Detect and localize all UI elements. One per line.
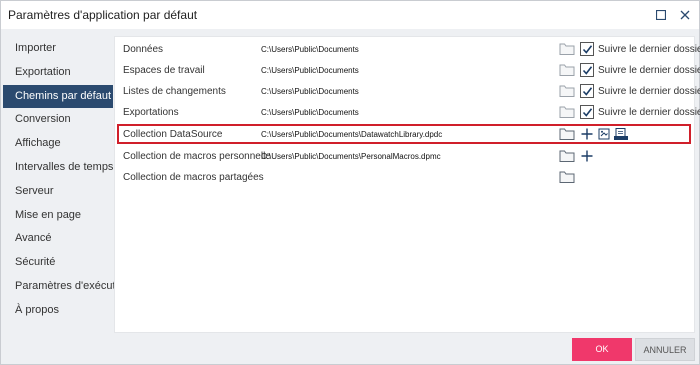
path-row-collection-datasource: Collection DataSource C:\Users\Public\Do… [115, 125, 694, 145]
path-label: Exportations [123, 107, 179, 118]
follow-last-label: Suivre le dernier dossier [598, 86, 700, 97]
path-row-espaces-de-travail: Espaces de travail C:\Users\Public\Docum… [115, 61, 700, 81]
follow-last-checkbox[interactable] [580, 84, 594, 98]
sidebar-item-conversion[interactable]: Conversion [3, 108, 113, 132]
follow-last-checkbox[interactable] [580, 42, 594, 56]
title-bar: Paramètres d'application par défaut [1, 1, 699, 29]
path-row-donnees: Données C:\Users\Public\Documents Suivre… [115, 40, 700, 60]
follow-last-checkbox[interactable] [580, 63, 594, 77]
folder-icon[interactable] [559, 149, 575, 166]
path-value: C:\Users\Public\Documents\PersonalMacros… [261, 152, 441, 161]
sidebar-item-importer[interactable]: Importer [3, 37, 113, 61]
sidebar-item-a-propos[interactable]: À propos [3, 299, 113, 323]
follow-last-label: Suivre le dernier dossier [598, 65, 700, 76]
path-value: C:\Users\Public\Documents [261, 66, 359, 75]
folder-icon[interactable] [559, 127, 575, 144]
path-value: C:\Users\Public\Documents\DatawatchLibra… [261, 130, 443, 139]
path-label: Collection DataSource [123, 129, 223, 140]
folder-icon[interactable] [559, 63, 575, 80]
settings-sidebar: Importer Exportation Chemins par défaut … [3, 37, 130, 323]
cancel-button[interactable]: ANNULER [635, 338, 695, 361]
sidebar-item-intervalles-de-temps[interactable]: Intervalles de temps [3, 156, 113, 180]
path-label: Listes de changements [123, 86, 226, 97]
add-icon[interactable] [580, 149, 594, 166]
path-row-exportations: Exportations C:\Users\Public\Documents S… [115, 103, 700, 123]
dialog-title: Paramètres d'application par défaut [8, 8, 198, 22]
follow-last-label: Suivre le dernier dossier [598, 107, 700, 118]
path-value: C:\Users\Public\Documents [261, 87, 359, 96]
folder-icon[interactable] [559, 42, 575, 59]
ok-button[interactable]: OK [572, 338, 632, 361]
path-value: C:\Users\Public\Documents [261, 45, 359, 54]
sidebar-item-serveur[interactable]: Serveur [3, 180, 113, 204]
path-label: Collection de macros personnelle [123, 151, 271, 162]
path-value: C:\Users\Public\Documents [261, 108, 359, 117]
close-icon[interactable] [677, 7, 693, 23]
follow-last-label: Suivre le dernier dossier [598, 44, 700, 55]
path-row-macros-personnelle: Collection de macros personnelle C:\User… [115, 147, 694, 167]
follow-last-checkbox[interactable] [580, 105, 594, 119]
path-label: Espaces de travail [123, 65, 205, 76]
path-label: Collection de macros partagées [123, 172, 264, 183]
sidebar-item-securite[interactable]: Sécurité [3, 251, 113, 275]
export-collection-icon[interactable] [613, 127, 629, 144]
sidebar-item-mise-en-page[interactable]: Mise en page [3, 204, 113, 228]
sidebar-item-parametres-execution[interactable]: Paramètres d'exécution [3, 275, 130, 299]
maximize-icon[interactable] [653, 7, 669, 23]
sidebar-item-avance[interactable]: Avancé [3, 227, 113, 251]
path-row-listes-de-changements: Listes de changements C:\Users\Public\Do… [115, 82, 700, 102]
path-label: Données [123, 44, 164, 55]
sidebar-item-affichage[interactable]: Affichage [3, 132, 113, 156]
path-row-macros-partagees: Collection de macros partagées [115, 168, 694, 188]
edit-collection-icon[interactable] [597, 127, 611, 144]
sidebar-item-chemins-par-defaut[interactable]: Chemins par défaut [3, 84, 113, 109]
folder-icon[interactable] [559, 84, 575, 101]
folder-icon[interactable] [559, 170, 575, 187]
folder-icon[interactable] [559, 105, 575, 122]
sidebar-item-exportation[interactable]: Exportation [3, 61, 113, 85]
default-paths-panel: Données C:\Users\Public\Documents Suivre… [114, 36, 700, 333]
add-icon[interactable] [580, 127, 594, 144]
settings-dialog: Paramètres d'application par défaut Impo… [0, 0, 700, 365]
dialog-footer: OK ANNULER [1, 334, 699, 364]
